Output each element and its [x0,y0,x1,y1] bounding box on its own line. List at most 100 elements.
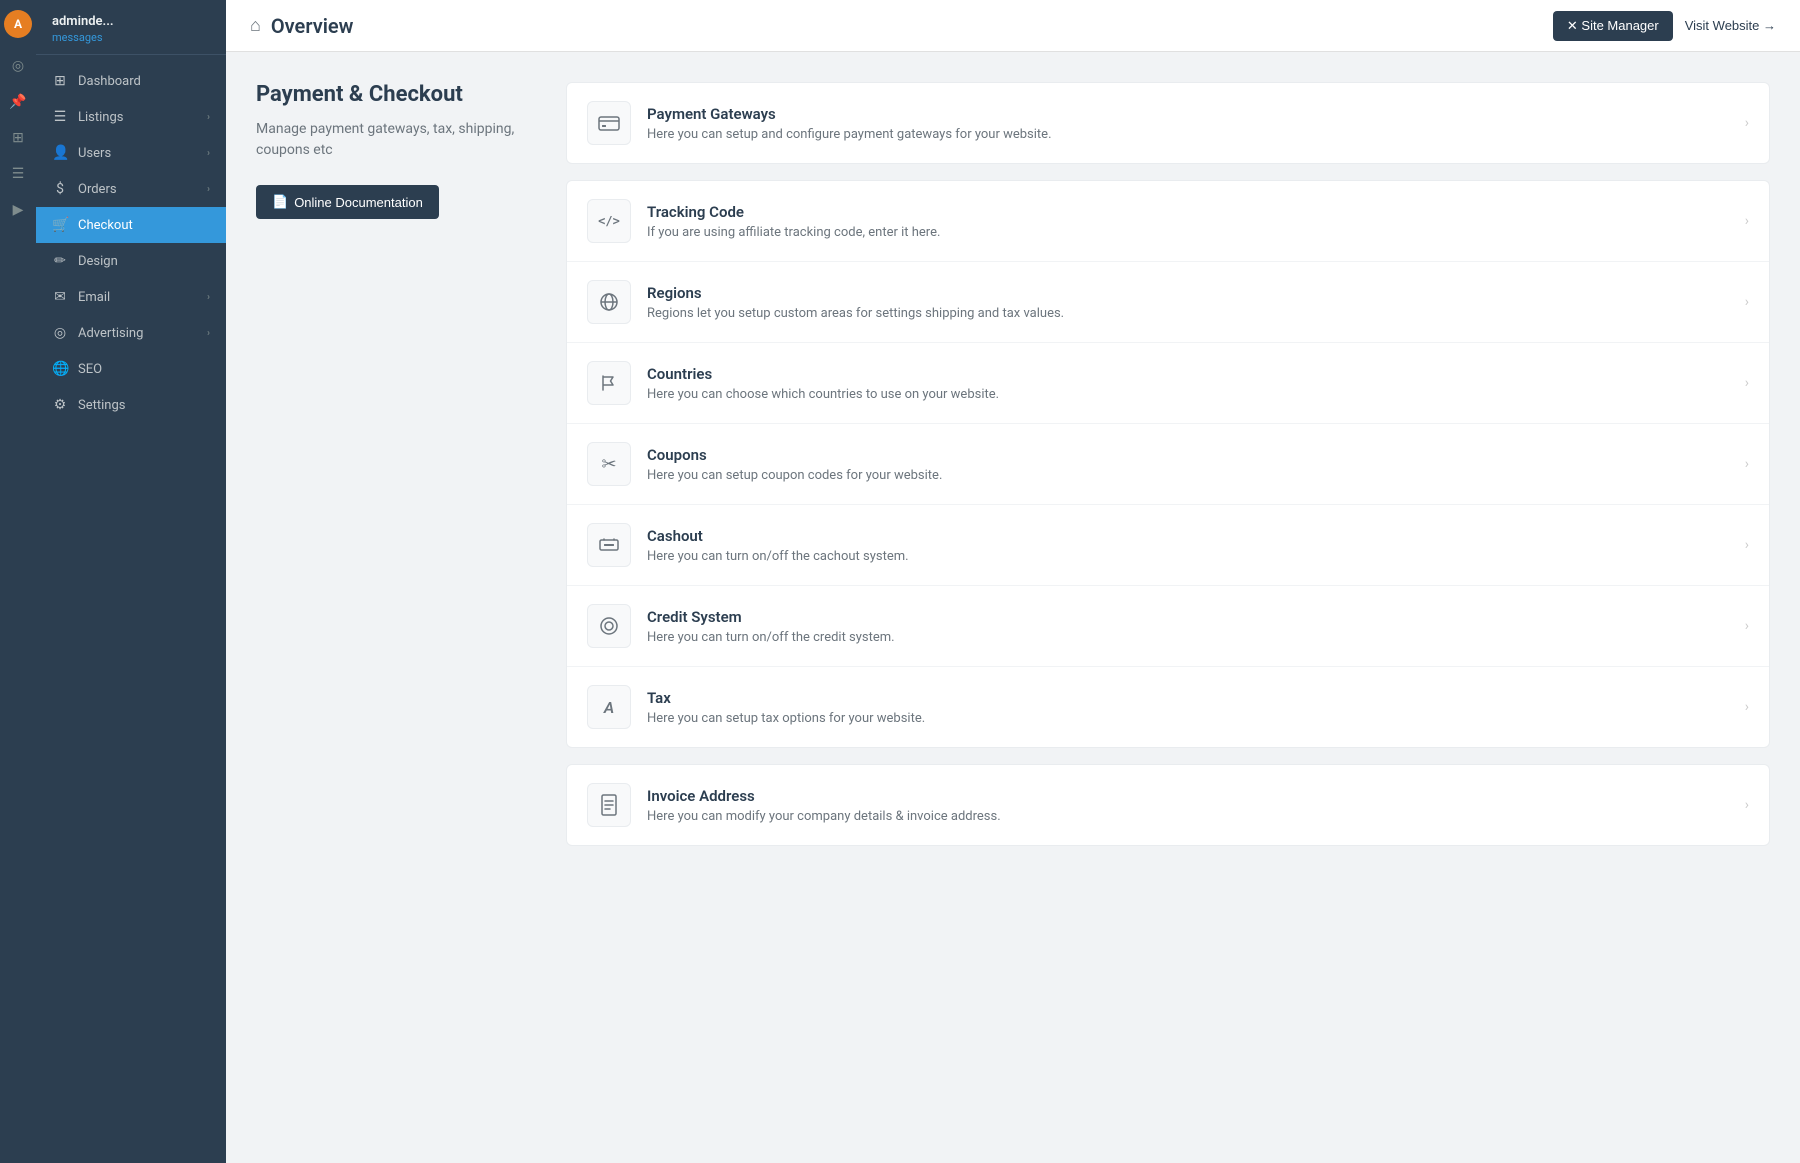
email-icon: ✉ [52,289,68,305]
chevron-right-icon: › [207,292,210,303]
tracking-code-title: Tracking Code [647,203,1745,221]
coupons-title: Coupons [647,446,1745,464]
chevron-right-icon: › [207,148,210,159]
sidebar: adminde... messages ⊞ Dashboard ☰ Listin… [36,0,226,1163]
chevron-right-icon: › [1745,797,1749,813]
invoice-card: Invoice Address Here you can modify your… [566,764,1770,846]
sidebar-item-dashboard[interactable]: ⊞ Dashboard [36,63,226,99]
section-title: Payment & Checkout [256,82,536,107]
cashout-icon [587,523,631,567]
regions-text: Regions Regions let you setup custom are… [647,284,1745,321]
content-area: Payment & Checkout Manage payment gatewa… [226,52,1800,1163]
chevron-right-icon: › [1745,699,1749,715]
payment-gateways-card: Payment Gateways Here you can setup and … [566,82,1770,164]
coupons-text: Coupons Here you can setup coupon codes … [647,446,1745,483]
site-manager-button[interactable]: ✕ Site Manager [1553,11,1673,41]
code-icon: </> [587,199,631,243]
sidebar-item-label: Settings [78,398,125,413]
tax-icon: A [587,685,631,729]
tax-title: Tax [647,689,1745,707]
tracking-code-desc: If you are using affiliate tracking code… [647,225,1745,240]
sidebar-item-settings[interactable]: ⚙ Settings [36,387,226,423]
globe-icon [587,280,631,324]
sidebar-subtitle[interactable]: messages [52,31,210,44]
invoice-icon [587,783,631,827]
coupons-desc: Here you can setup coupon codes for your… [647,468,1745,483]
payment-gateways-item[interactable]: Payment Gateways Here you can setup and … [567,83,1769,163]
tracking-code-text: Tracking Code If you are using affiliate… [647,203,1745,240]
chevron-right-icon: › [207,184,210,195]
tax-desc: Here you can setup tax options for your … [647,711,1745,726]
sidebar-item-orders[interactable]: $ Orders › [36,171,226,207]
section-description: Manage payment gateways, tax, shipping, … [256,119,536,161]
payment-gateways-title: Payment Gateways [647,105,1745,123]
sidebar-item-seo[interactable]: 🌐 SEO [36,351,226,387]
chevron-right-icon: › [1745,375,1749,391]
credit-system-title: Credit System [647,608,1745,626]
chevron-right-icon: › [1745,115,1749,131]
checkout-options-card: </> Tracking Code If you are using affil… [566,180,1770,748]
countries-item[interactable]: Countries Here you can choose which coun… [567,343,1769,424]
nav-icon-3[interactable]: ⊞ [12,130,24,146]
sidebar-item-listings[interactable]: ☰ Listings › [36,99,226,135]
sidebar-nav: ⊞ Dashboard ☰ Listings › 👤 Users › $ Ord… [36,55,226,1163]
invoice-address-item[interactable]: Invoice Address Here you can modify your… [567,765,1769,845]
orders-icon: $ [52,181,68,197]
tax-item[interactable]: A Tax Here you can setup tax options for… [567,667,1769,747]
sidebar-item-users[interactable]: 👤 Users › [36,135,226,171]
chevron-right-icon: › [1745,456,1749,472]
online-documentation-button[interactable]: 📄 Online Documentation [256,185,439,219]
seo-icon: 🌐 [52,361,68,377]
sidebar-item-label: SEO [78,362,102,377]
home-icon[interactable]: ⌂ [250,15,261,36]
sidebar-item-label: Dashboard [78,74,141,89]
sidebar-item-email[interactable]: ✉ Email › [36,279,226,315]
avatar[interactable]: A [4,10,32,38]
cashout-item[interactable]: Cashout Here you can turn on/off the cac… [567,505,1769,586]
topbar-left: ⌂ Overview [250,14,353,38]
topbar: ⌂ Overview ✕ Site Manager Visit Website … [226,0,1800,52]
visit-website-button[interactable]: Visit Website → [1685,18,1776,33]
btn-docs-label: Online Documentation [294,195,423,210]
payment-gateways-text: Payment Gateways Here you can setup and … [647,105,1745,142]
sidebar-item-label: Checkout [78,218,133,233]
credit-system-desc: Here you can turn on/off the credit syst… [647,630,1745,645]
settings-icon: ⚙ [52,397,68,413]
credit-system-text: Credit System Here you can turn on/off t… [647,608,1745,645]
sidebar-item-checkout[interactable]: 🛒 Checkout [36,207,226,243]
sidebar-item-advertising[interactable]: ◎ Advertising › [36,315,226,351]
nav-icon-2[interactable]: 📌 [9,94,26,110]
listings-icon: ☰ [52,109,68,125]
sidebar-item-label: Email [78,290,110,305]
sidebar-item-label: Listings [78,110,123,125]
sidebar-header: adminde... messages [36,0,226,55]
payment-gateways-desc: Here you can setup and configure payment… [647,127,1745,142]
invoice-address-desc: Here you can modify your company details… [647,809,1745,824]
nav-icon-1[interactable]: ◎ [12,58,24,74]
credit-system-icon [587,604,631,648]
countries-desc: Here you can choose which countries to u… [647,387,1745,402]
countries-text: Countries Here you can choose which coun… [647,365,1745,402]
flag-icon [587,361,631,405]
credit-card-icon [587,101,631,145]
chevron-right-icon: › [207,112,210,123]
chevron-right-icon: › [1745,537,1749,553]
credit-system-item[interactable]: Credit System Here you can turn on/off t… [567,586,1769,667]
regions-title: Regions [647,284,1745,302]
countries-title: Countries [647,365,1745,383]
topbar-right: ✕ Site Manager Visit Website → [1553,11,1776,41]
dashboard-icon: ⊞ [52,73,68,89]
nav-icon-5[interactable]: ▶ [13,202,24,218]
regions-item[interactable]: Regions Regions let you setup custom are… [567,262,1769,343]
sidebar-username: adminde... [52,14,210,29]
sidebar-item-label: Orders [78,182,117,197]
coupons-item[interactable]: ✂ Coupons Here you can setup coupon code… [567,424,1769,505]
tracking-code-item[interactable]: </> Tracking Code If you are using affil… [567,181,1769,262]
checkout-icon: 🛒 [52,217,68,233]
nav-icon-4[interactable]: ☰ [12,166,25,182]
invoice-address-text: Invoice Address Here you can modify your… [647,787,1745,824]
sidebar-item-label: Design [78,254,118,269]
sidebar-item-design[interactable]: ✏ Design [36,243,226,279]
invoice-address-title: Invoice Address [647,787,1745,805]
document-icon: 📄 [272,194,288,210]
